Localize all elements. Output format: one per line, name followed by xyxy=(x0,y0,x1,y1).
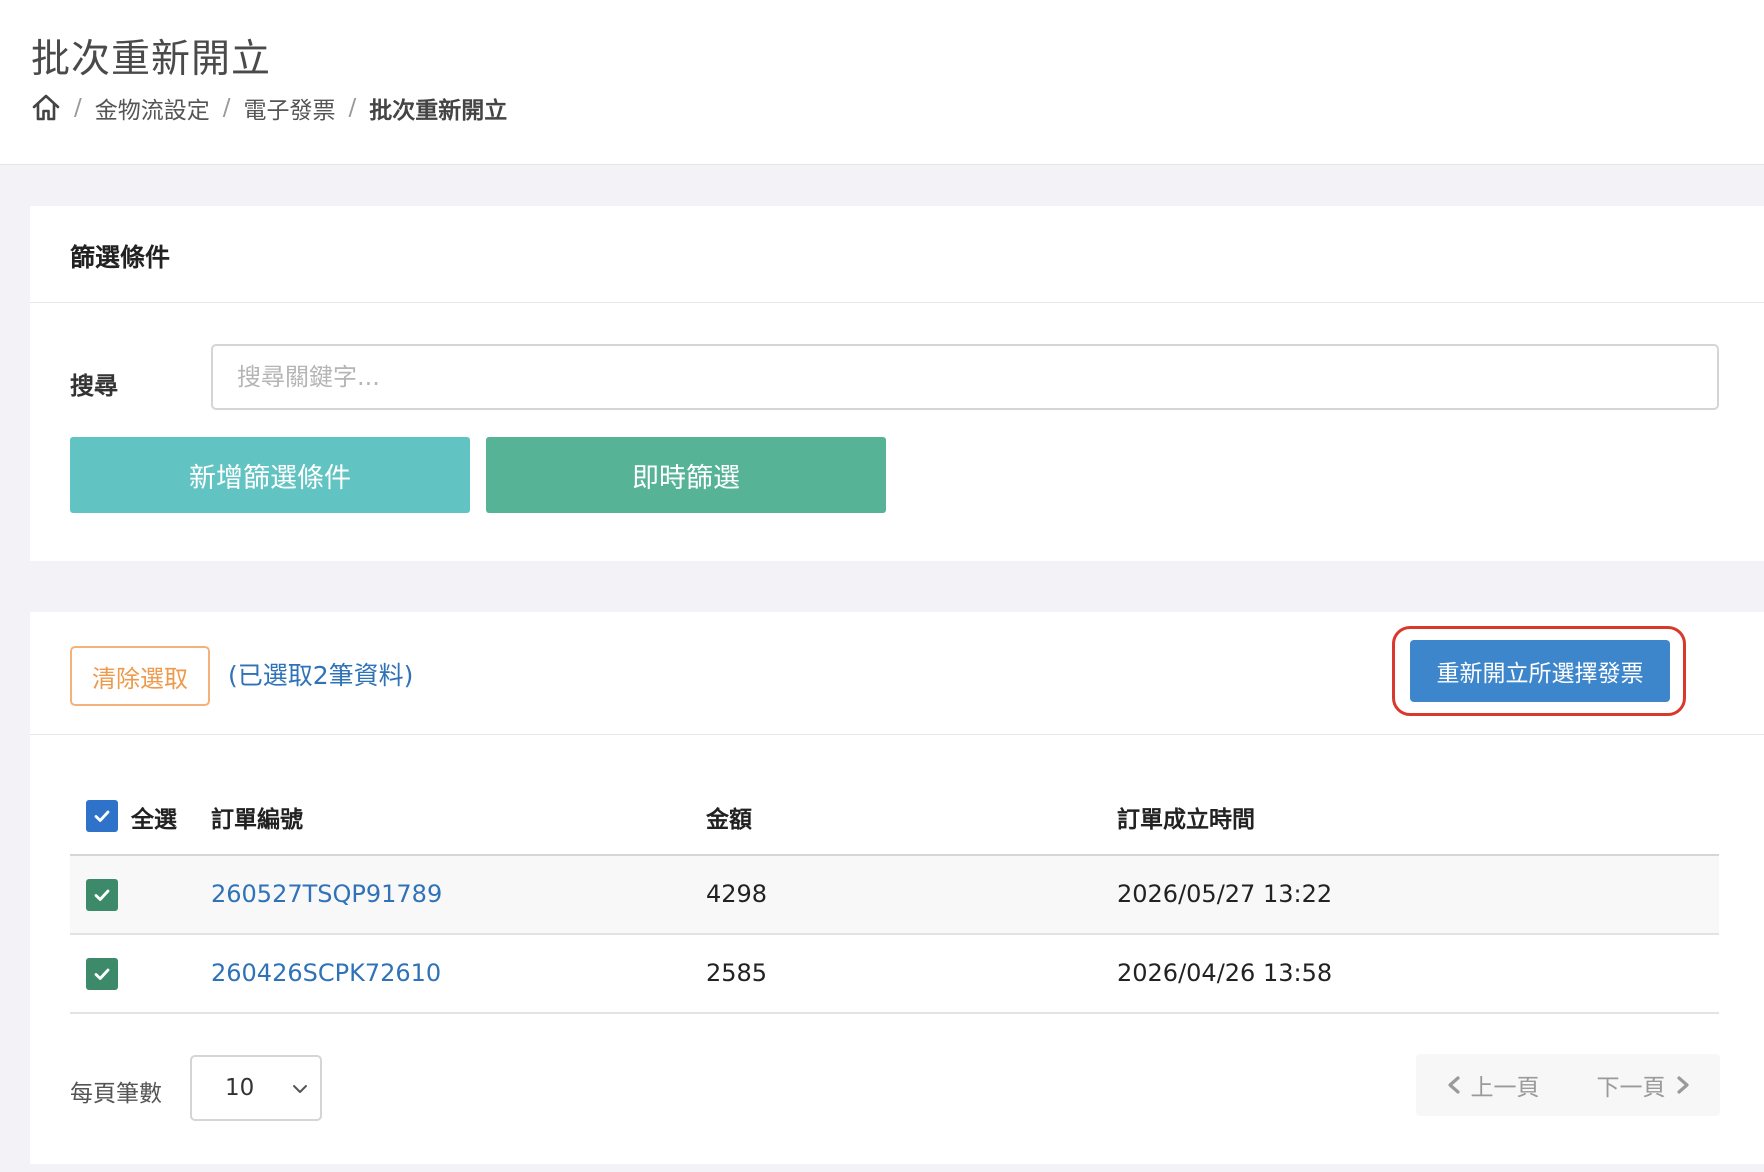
select-all-label[interactable]: 全選 xyxy=(131,800,177,834)
next-page-label: 下一頁 xyxy=(1596,1075,1666,1101)
check-icon xyxy=(94,968,110,980)
check-icon xyxy=(94,810,110,822)
breadcrumb-separator: / xyxy=(348,95,357,121)
filter-divider xyxy=(30,302,1764,303)
table-row: 260426SCPK72610 2585 2026/04/26 13:58 xyxy=(70,935,1719,1014)
per-page-value: 10 xyxy=(225,1075,255,1101)
home-icon[interactable] xyxy=(31,93,61,123)
breadcrumb: / 金物流設定 / 電子發票 / 批次重新開立 xyxy=(31,90,507,126)
order-number-link[interactable]: 260426SCPK72610 xyxy=(211,959,441,987)
chevron-right-icon xyxy=(1676,1076,1689,1094)
amount-cell: 2585 xyxy=(706,959,768,987)
created-at-cell: 2026/05/27 13:22 xyxy=(1117,880,1333,908)
amount-cell: 4298 xyxy=(706,880,768,908)
breadcrumb-separator: / xyxy=(74,95,82,121)
order-number-link[interactable]: 260527TSQP91789 xyxy=(211,880,442,908)
select-all-checkbox[interactable] xyxy=(86,800,118,832)
created-at-cell: 2026/04/26 13:58 xyxy=(1117,959,1333,987)
list-divider xyxy=(30,734,1764,735)
page-header: 批次重新開立 / 金物流設定 / 電子發票 / 批次重新開立 xyxy=(0,0,1764,165)
chevron-down-icon xyxy=(293,1085,307,1093)
clear-selection-button[interactable]: 清除選取 xyxy=(70,646,210,706)
add-filter-button[interactable]: 新增篩選條件 xyxy=(70,437,470,513)
breadcrumb-item-current: 批次重新開立 xyxy=(369,98,508,124)
column-header-created-at: 訂單成立時間 xyxy=(1117,807,1255,833)
filter-title: 篩選條件 xyxy=(70,243,171,272)
check-icon xyxy=(94,889,110,901)
pagination: 上一頁 下一頁 xyxy=(1416,1054,1720,1116)
page-title: 批次重新開立 xyxy=(31,37,272,82)
selected-count: (已選取2筆資料) xyxy=(228,661,414,690)
breadcrumb-item-einvoice[interactable]: 電子發票 xyxy=(244,91,336,125)
row-checkbox[interactable] xyxy=(86,958,118,990)
live-filter-button[interactable]: 即時篩選 xyxy=(486,437,886,513)
breadcrumb-separator: / xyxy=(222,95,231,121)
column-header-order-no: 訂單編號 xyxy=(211,807,303,833)
next-page-button[interactable]: 下一頁 xyxy=(1568,1054,1720,1116)
reissue-selected-button[interactable]: 重新開立所選擇發票 xyxy=(1410,640,1670,702)
breadcrumb-item-logistics[interactable]: 金物流設定 xyxy=(95,91,210,125)
per-page-select[interactable]: 10 xyxy=(190,1055,322,1121)
search-input[interactable] xyxy=(211,344,1719,410)
column-header-amount: 金額 xyxy=(706,807,752,833)
filter-card: 篩選條件 搜尋 新增篩選條件 即時篩選 xyxy=(30,206,1764,561)
table-row: 260527TSQP91789 4298 2026/05/27 13:22 xyxy=(70,856,1719,935)
search-label: 搜尋 xyxy=(70,372,118,400)
prev-page-button[interactable]: 上一頁 xyxy=(1416,1054,1568,1116)
prev-page-label: 上一頁 xyxy=(1470,1075,1540,1101)
chevron-left-icon xyxy=(1447,1076,1460,1094)
invoice-list-card: 清除選取 (已選取2筆資料) 重新開立所選擇發票 全選 訂單編號 金額 訂單成立… xyxy=(30,612,1764,1164)
row-checkbox[interactable] xyxy=(86,879,118,911)
per-page-label: 每頁筆數 xyxy=(70,1081,162,1107)
